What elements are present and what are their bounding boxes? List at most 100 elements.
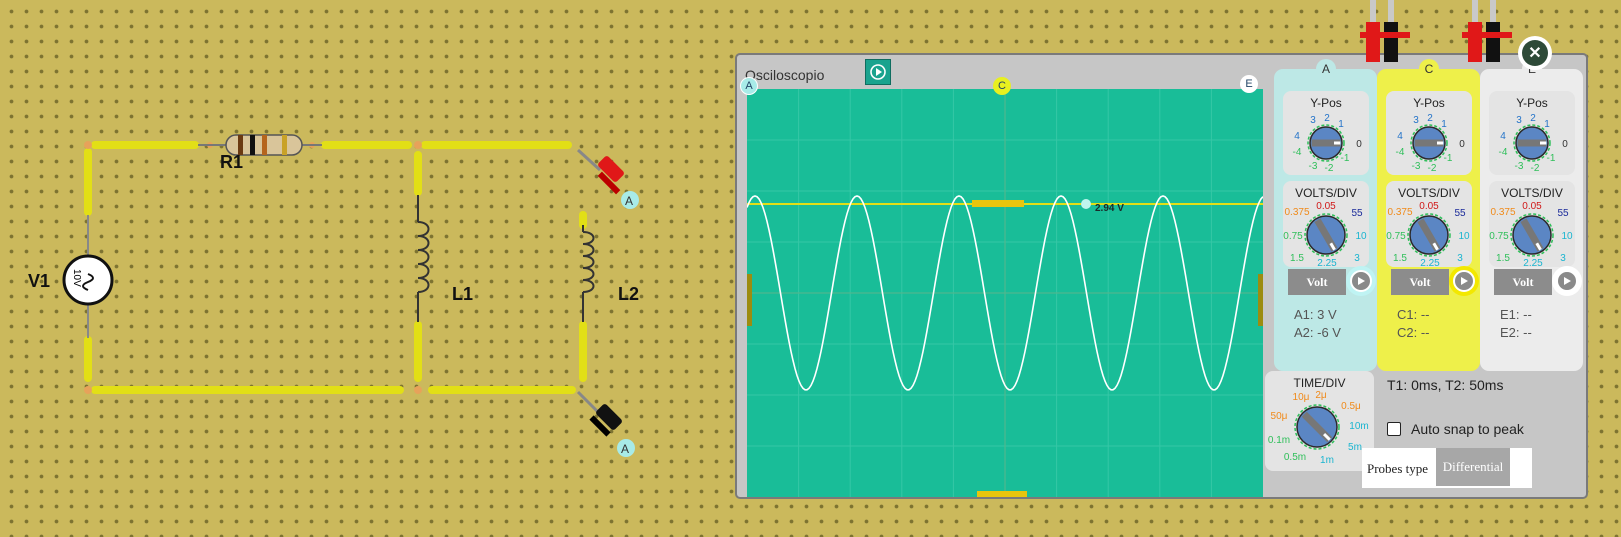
- knob-scale-label: 0.375: [1490, 207, 1515, 218]
- left-handle[interactable]: [747, 274, 752, 326]
- probes-type-row: Probes type Differential: [1362, 448, 1532, 488]
- knob-scale-label: 3: [1516, 115, 1522, 126]
- probe-red[interactable]: [576, 148, 625, 195]
- unit-button[interactable]: Volt: [1391, 269, 1449, 295]
- ypos-knob-box: Y-Pos 3 2 1 4 0 -4 -1 -3 -2: [1386, 91, 1472, 175]
- readout-2: E2: --: [1500, 325, 1532, 340]
- close-button[interactable]: ✕: [1518, 36, 1552, 70]
- knob-scale-label: -2: [1531, 163, 1540, 174]
- knob-scale-label: 0.05: [1522, 201, 1542, 212]
- probe-black[interactable]: [576, 390, 623, 437]
- oscilloscope-window: Osciloscopio 2.94 V A C E A Y-Pos 3 2 1 …: [735, 53, 1588, 499]
- knob-scale-label: 10: [1458, 231, 1470, 242]
- unit-arrow-button[interactable]: [1449, 266, 1479, 296]
- probes-type-button[interactable]: Differential: [1436, 448, 1510, 486]
- cursor-readout: 2.94 V: [1095, 203, 1124, 214]
- ypos-knob-box: Y-Pos 3 2 1 4 0 -4 -1 -3 -2: [1489, 91, 1575, 175]
- knob-scale-label: 3: [1310, 115, 1316, 126]
- unit-arrow-button[interactable]: [1346, 266, 1376, 296]
- knob-scale-label: 0.75: [1489, 231, 1509, 242]
- auto-snap-checkbox[interactable]: [1387, 422, 1401, 436]
- knob-scale-label: 1m: [1320, 455, 1334, 466]
- play-icon: [1358, 277, 1365, 285]
- knob-scale-label: 0.1m: [1268, 435, 1290, 446]
- knob-scale-label: 2: [1427, 113, 1433, 124]
- probe-jack-channel-c[interactable]: [1360, 0, 1420, 70]
- knob-scale-label: 1.5: [1393, 253, 1407, 264]
- channel-a-letter: A: [1316, 59, 1336, 79]
- right-handle[interactable]: [1258, 274, 1263, 326]
- volts-knob-box: VOLTS/DIV 0.375 0.05 55 0.75 10 1.5 3 2.25: [1386, 181, 1472, 267]
- unit-button[interactable]: Volt: [1494, 269, 1552, 295]
- knob-scale-label: 55: [1454, 208, 1466, 219]
- channel-c-panel: C Y-Pos 3 2 1 4 0 -4 -1 -3 -2 VOLTS/DIV 0.375 0.0…: [1377, 59, 1480, 371]
- knob-scale-label: 0.75: [1283, 231, 1303, 242]
- knob-scale-label: 0.375: [1284, 207, 1309, 218]
- auto-snap-label: Auto snap to peak: [1411, 421, 1524, 437]
- ypos-knob[interactable]: 3 21 4 0 -4 -1 -3 -2: [1386, 91, 1472, 175]
- knob-scale-label: 10m: [1349, 421, 1368, 432]
- knob-scale-label: 2μ: [1315, 390, 1327, 401]
- knob-scale-label: 0.5μ: [1341, 401, 1361, 412]
- scope-trace-area: 2.94 V: [747, 89, 1263, 497]
- oscilloscope-title: Osciloscopio: [745, 67, 825, 83]
- knob-scale-label: 4: [1500, 131, 1506, 142]
- knob-scale-label: 1.5: [1496, 253, 1510, 264]
- marker-a[interactable]: A: [740, 77, 758, 95]
- unit-button[interactable]: Volt: [1288, 269, 1346, 295]
- channel-c-letter: C: [1419, 59, 1439, 79]
- time-readout: T1: 0ms, T2: 50ms: [1387, 377, 1504, 393]
- readout-1: E1: --: [1500, 307, 1532, 322]
- knob-scale-label: -2: [1325, 163, 1334, 174]
- ypos-knob[interactable]: 3 21 4 0 -4 -1 -3 -2: [1489, 91, 1575, 175]
- knob-scale-label: 0.05: [1419, 201, 1439, 212]
- auto-snap-row: Auto snap to peak: [1387, 421, 1524, 437]
- scope-screen[interactable]: 2.94 V: [747, 89, 1263, 497]
- volts-div-knob[interactable]: 0.375 0.05 55 0.75 10 1.5 3 2.25: [1489, 181, 1575, 267]
- knob-scale-label: 10: [1355, 231, 1367, 242]
- knob-scale-label: -4: [1499, 147, 1508, 158]
- knob-scale-label: 55: [1351, 208, 1363, 219]
- l2-label: L2: [618, 284, 639, 304]
- play-button[interactable]: [865, 59, 891, 85]
- volts-div-knob[interactable]: 0.375 0.05 55 0.75 10 1.5 3 2.25: [1283, 181, 1369, 267]
- readout-1: A1: 3 V: [1294, 307, 1337, 322]
- knob-scale-label: -1: [1547, 153, 1556, 164]
- ypos-knob[interactable]: 3 21 4 0 -4 -1 -3 -2: [1283, 91, 1369, 175]
- inductor-l2[interactable]: [582, 225, 595, 322]
- probe-jack-channel-e[interactable]: [1462, 0, 1522, 70]
- marker-c[interactable]: C: [993, 77, 1011, 95]
- knob-scale-label: 0.5m: [1284, 452, 1306, 463]
- marker-e[interactable]: E: [1240, 75, 1258, 93]
- knob-scale-label: -4: [1396, 147, 1405, 158]
- knob-scale-label: 0.375: [1387, 207, 1412, 218]
- volts-knob-box: VOLTS/DIV 0.375 0.05 55 0.75 10 1.5 3 2.25: [1489, 181, 1575, 267]
- bottom-handle[interactable]: [977, 491, 1027, 497]
- knob-scale-label: 0: [1459, 139, 1465, 150]
- knob-scale-label: 2: [1324, 113, 1330, 124]
- knob-scale-label: 1.5: [1290, 253, 1304, 264]
- cursor-handle[interactable]: [972, 200, 1024, 207]
- knob-scale-label: -2: [1428, 163, 1437, 174]
- time-div-knob[interactable]: 10μ 2μ 0.5μ 50μ 10m 0.1m 5m 0.5m 1m: [1265, 371, 1374, 471]
- probe-black-label: A: [621, 442, 629, 456]
- knob-scale-label: 10μ: [1293, 392, 1310, 403]
- volts-div-knob[interactable]: 0.375 0.05 55 0.75 10 1.5 3 2.25: [1386, 181, 1472, 267]
- knob-scale-label: 50μ: [1271, 411, 1288, 422]
- inductor-l1[interactable]: [417, 195, 430, 322]
- knob-scale-label: 0.05: [1316, 201, 1336, 212]
- close-icon: ✕: [1522, 40, 1548, 66]
- knob-scale-label: -1: [1341, 153, 1350, 164]
- knob-scale-label: 3: [1413, 115, 1419, 126]
- knob-scale-label: 0: [1356, 139, 1362, 150]
- cursor-point[interactable]: [1081, 199, 1091, 209]
- unit-arrow-button[interactable]: [1552, 266, 1582, 296]
- play-icon: [870, 64, 886, 80]
- probes-type-label: Probes type: [1367, 461, 1429, 476]
- readout-2: A2: -6 V: [1294, 325, 1341, 340]
- knob-scale-label: 0.75: [1386, 231, 1406, 242]
- resistor-r1[interactable]: [198, 134, 322, 156]
- knob-scale-label: 3: [1354, 253, 1360, 264]
- readout-2: C2: --: [1397, 325, 1430, 340]
- ypos-knob-box: Y-Pos 3 2 1 4 0 -4 -1 -3 -2: [1283, 91, 1369, 175]
